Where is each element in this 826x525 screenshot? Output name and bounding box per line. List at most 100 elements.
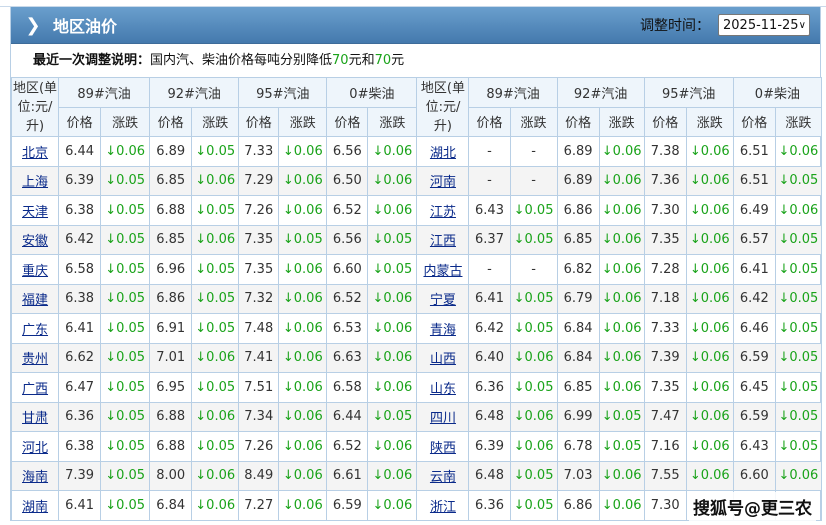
price-cell: 7.47	[643, 401, 687, 432]
price-header: 价格	[326, 106, 369, 137]
price-cell: 6.84	[556, 342, 600, 373]
price-cell: 6.45	[732, 372, 776, 403]
price-cell: 6.60	[326, 254, 369, 285]
price-cell: 6.36	[58, 401, 102, 432]
change-cell: ↓0.06	[598, 136, 645, 167]
date-select[interactable]: 2025-11-25 ∨	[718, 14, 810, 36]
region-link[interactable]: 湖北	[430, 146, 456, 161]
region-link[interactable]: 宁夏	[430, 293, 456, 308]
price-cell: 7.30	[643, 195, 687, 226]
change-cell: ↓0.06	[278, 460, 328, 491]
region-link[interactable]: 重庆	[22, 264, 48, 279]
region-link[interactable]: 北京	[22, 146, 48, 161]
table-row: 贵州 6.62 ↓0.05 7.01 ↓0.06 7.41 ↓0.06 6.63 ↓0.06 山西…	[10, 342, 823, 373]
price-cell: 6.49	[732, 195, 776, 226]
change-cell: ↓0.06	[367, 342, 418, 373]
change-cell: ↓0.06	[278, 490, 328, 521]
fuel-header: 95#汽油	[238, 77, 328, 108]
region-link[interactable]: 浙江	[430, 500, 456, 515]
region-link[interactable]: 江西	[430, 234, 456, 249]
region-cell: 重庆	[10, 254, 60, 285]
region-link[interactable]: 安徽	[22, 234, 48, 249]
region-link[interactable]: 福建	[22, 293, 48, 308]
change-cell: ↓0.06	[685, 313, 734, 344]
region-column-header: 地区(单位:元/升)	[416, 77, 470, 137]
gasoline-drop-value: 70	[332, 53, 349, 68]
change-cell: ↓0.06	[685, 342, 734, 373]
region-link[interactable]: 河南	[430, 175, 456, 190]
region-link[interactable]: 广东	[22, 323, 48, 338]
price-cell: 6.85	[149, 224, 193, 255]
region-link[interactable]: 江苏	[430, 205, 456, 220]
price-cell: 6.78	[556, 431, 600, 462]
region-link[interactable]: 山西	[430, 352, 456, 367]
price-cell: 6.48	[468, 401, 511, 432]
price-cell: 6.50	[326, 165, 369, 196]
watermark: 搜狐号@更三农	[689, 492, 816, 521]
note-label: 最近一次调整说明：	[33, 53, 151, 68]
change-cell: ↓0.05	[598, 401, 645, 432]
region-link[interactable]: 河北	[22, 441, 48, 456]
price-cell: 6.86	[556, 490, 600, 521]
price-cell: 6.60	[732, 460, 776, 491]
price-cell: 7.01	[149, 342, 193, 373]
change-cell: ↓0.06	[685, 224, 734, 255]
change-cell: ↓0.06	[278, 136, 328, 167]
change-cell: ↓0.06	[509, 342, 558, 373]
region-link[interactable]: 湖南	[22, 500, 48, 515]
price-cell: 6.43	[468, 195, 511, 226]
region-cell: 四川	[416, 401, 470, 432]
change-cell: ↓0.06	[278, 254, 328, 285]
region-link[interactable]: 青海	[430, 323, 456, 338]
change-cell: ↓0.06	[367, 431, 418, 462]
price-cell: 6.85	[556, 372, 600, 403]
diesel-drop-value: 70	[374, 53, 392, 68]
change-cell: ↓0.05	[509, 313, 558, 344]
change-cell: ↓0.05	[191, 136, 240, 167]
price-cell: 7.33	[238, 136, 280, 167]
region-link[interactable]: 陕西	[430, 441, 456, 456]
panel-header: ❯ 地区油价 调整时间： 2025-11-25 ∨	[11, 7, 820, 44]
table-row: 安徽 6.42 ↓0.05 6.85 ↓0.06 7.35 ↓0.05 6.56 ↓0.05 江西…	[10, 224, 823, 255]
price-cell: 6.42	[732, 283, 776, 314]
change-cell: ↓0.06	[685, 195, 734, 226]
region-link[interactable]: 云南	[430, 470, 456, 485]
change-cell: ↓0.05	[100, 460, 151, 491]
price-cell: 6.56	[326, 224, 369, 255]
region-link[interactable]: 内蒙古	[423, 264, 462, 279]
region-link[interactable]: 上海	[22, 175, 48, 190]
chevron-right-icon: ❯	[25, 14, 41, 36]
price-header: 价格	[556, 106, 600, 137]
region-link[interactable]: 贵州	[22, 352, 48, 367]
price-cell: 6.44	[326, 401, 369, 432]
price-cell: 6.84	[556, 313, 600, 344]
price-cell: 6.39	[58, 165, 102, 196]
region-link[interactable]: 广西	[22, 382, 48, 397]
price-cell: 7.41	[238, 342, 280, 373]
region-cell: 贵州	[10, 342, 60, 373]
price-cell: 6.85	[149, 165, 193, 196]
region-cell: 甘肃	[10, 401, 60, 432]
change-cell: ↓0.06	[598, 224, 645, 255]
change-header: 涨跌	[191, 106, 240, 137]
region-link[interactable]: 山东	[430, 382, 456, 397]
price-cell: 6.88	[149, 431, 193, 462]
price-cell: 7.55	[643, 460, 687, 491]
change-cell: ↓0.06	[685, 372, 734, 403]
region-link[interactable]: 海南	[22, 470, 48, 485]
price-cell: 6.46	[732, 313, 776, 344]
region-link[interactable]: 四川	[430, 411, 456, 426]
region-cell: 上海	[10, 165, 60, 196]
price-cell: 7.03	[556, 460, 600, 491]
region-link[interactable]: 天津	[22, 205, 48, 220]
table-row: 福建 6.38 ↓0.05 6.86 ↓0.05 7.32 ↓0.06 6.52 ↓0.06 宁夏…	[10, 283, 823, 314]
change-cell: ↓0.06	[685, 254, 734, 285]
table-row: 天津 6.38 ↓0.05 6.88 ↓0.05 7.26 ↓0.06 6.52 ↓0.06 江苏…	[10, 195, 823, 226]
change-cell: ↓0.05	[509, 224, 558, 255]
region-link[interactable]: 甘肃	[22, 411, 48, 426]
change-cell: ↓0.05	[100, 490, 151, 521]
change-cell: ↓0.06	[278, 283, 328, 314]
change-cell: ↓0.05	[100, 313, 151, 344]
change-cell: ↓0.06	[367, 283, 418, 314]
change-cell: ↓0.05	[191, 313, 240, 344]
